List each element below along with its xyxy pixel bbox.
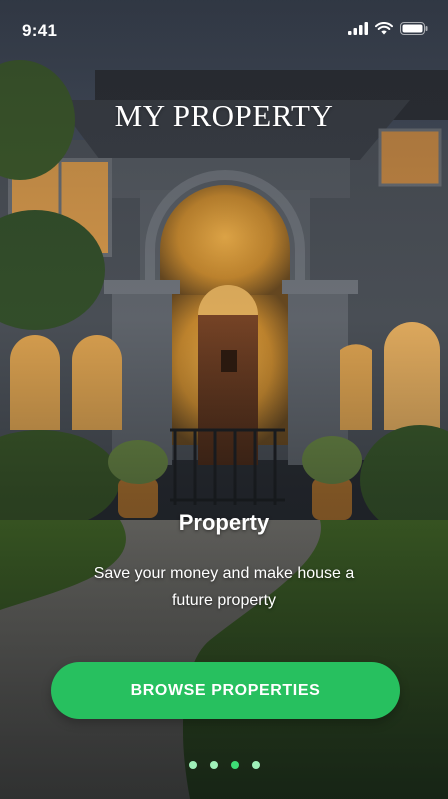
status-icons (348, 22, 428, 35)
browse-properties-button[interactable]: BROWSE PROPERTIES (51, 662, 400, 719)
battery-icon (400, 22, 428, 35)
page-dot[interactable] (230, 761, 239, 769)
slide-description: Save your money and make house a future … (93, 565, 355, 609)
status-bar: 9:41 (0, 0, 448, 60)
cellular-signal-icon (348, 22, 368, 35)
page-dot[interactable] (251, 761, 260, 769)
onboarding-screen: 9:41 MY PROPERTY Property Save your mone… (0, 0, 448, 799)
wifi-icon (375, 22, 393, 35)
page-dot[interactable] (209, 761, 218, 769)
slide-heading: Property (178, 510, 270, 535)
page-indicator (0, 761, 448, 769)
app-title: MY PROPERTY (114, 98, 334, 133)
page-dot[interactable] (188, 761, 197, 769)
status-time: 9:41 (22, 21, 58, 40)
